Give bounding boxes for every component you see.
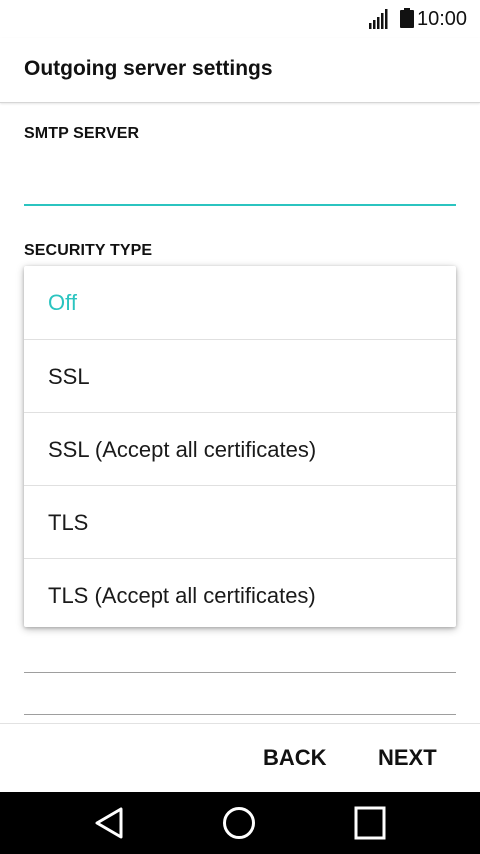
port-field-underline[interactable] — [24, 672, 456, 673]
status-time: 10:00 — [417, 8, 468, 30]
status-bar: 10:00 — [0, 0, 480, 38]
recents-square-icon[interactable] — [350, 805, 390, 841]
smtp-server-input[interactable] — [24, 160, 456, 206]
back-triangle-icon[interactable] — [89, 805, 129, 841]
security-option-tls[interactable]: TLS — [24, 486, 456, 559]
navigation-bar — [0, 792, 480, 854]
app-header: Outgoing server settings — [0, 38, 480, 103]
back-button[interactable]: BACK — [263, 742, 327, 774]
security-type-dropdown: Off SSL SSL (Accept all certificates) TL… — [24, 266, 456, 627]
smtp-server-label: SMTP SERVER — [24, 125, 140, 142]
page-title: Outgoing server settings — [24, 57, 273, 80]
security-option-tls-accept-all[interactable]: TLS (Accept all certificates) — [24, 559, 456, 627]
next-button[interactable]: NEXT — [378, 742, 437, 774]
username-field-underline[interactable] — [24, 714, 456, 715]
signal-icon — [369, 9, 388, 29]
footer-divider — [0, 723, 480, 724]
security-option-ssl-accept-all[interactable]: SSL (Accept all certificates) — [24, 413, 456, 486]
security-option-off[interactable]: Off — [24, 266, 456, 339]
security-type-label: SECURITY TYPE — [24, 242, 153, 259]
security-option-ssl[interactable]: SSL — [24, 340, 456, 413]
home-circle-icon[interactable] — [219, 805, 259, 841]
battery-icon — [400, 8, 414, 28]
